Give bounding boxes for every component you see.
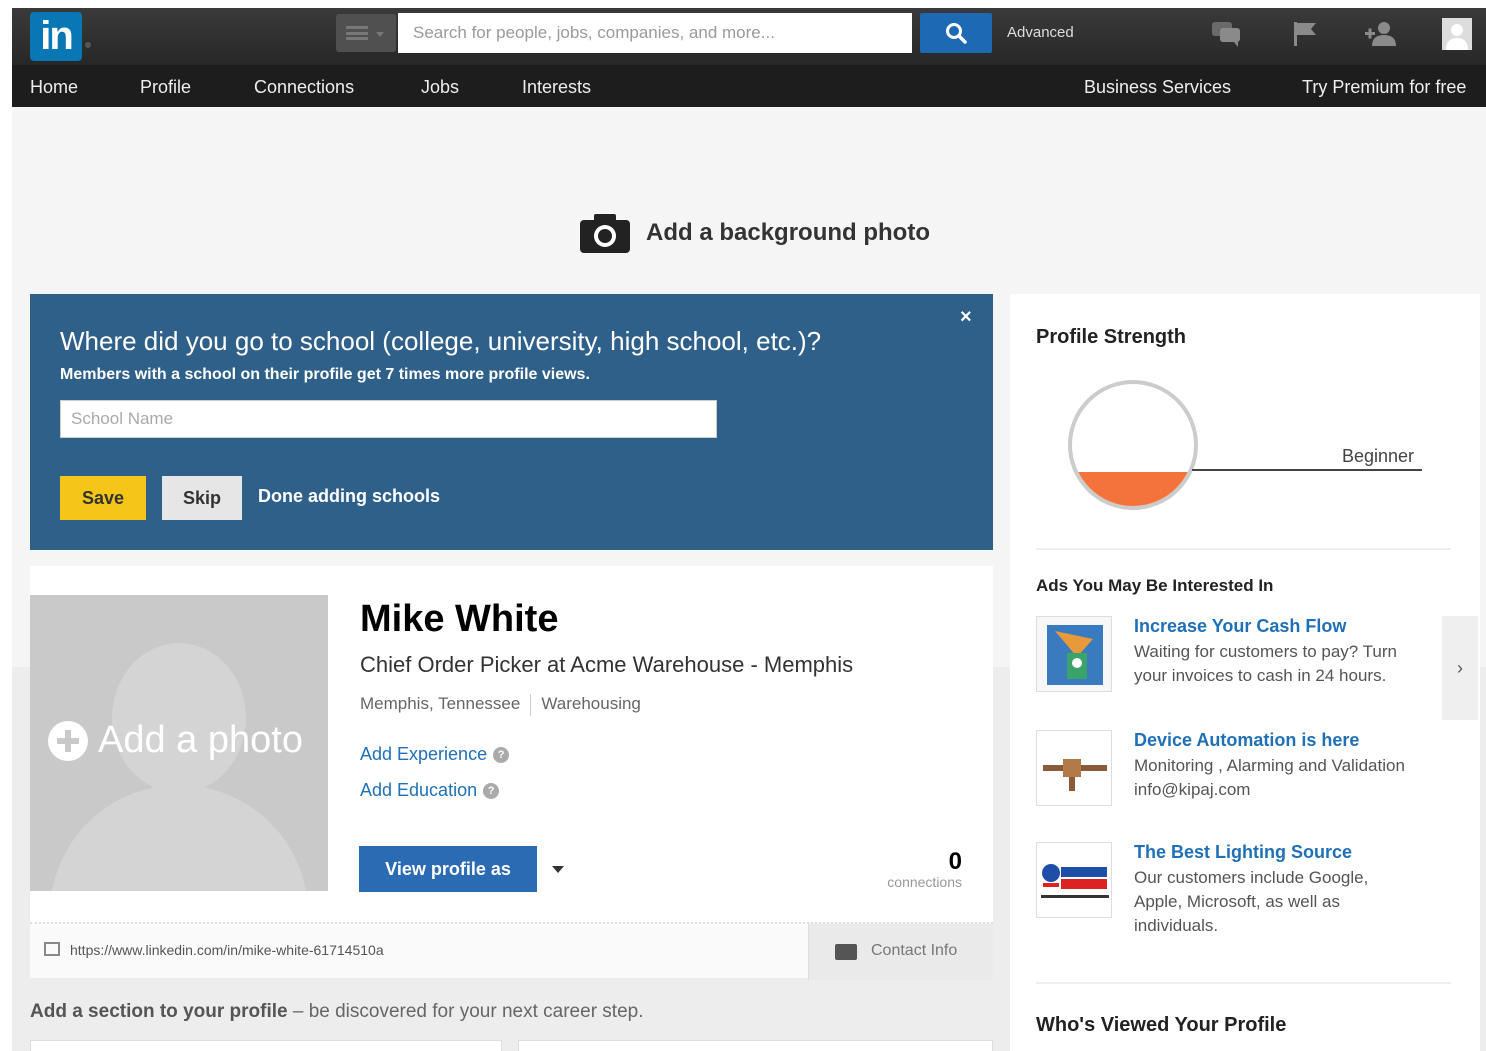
- school-prompt-title: Where did you go to school (college, uni…: [60, 326, 822, 356]
- profile-name: Mike White: [360, 598, 559, 640]
- close-icon[interactable]: ×: [960, 306, 972, 329]
- profile-card-icon: [44, 942, 60, 956]
- flag-icon[interactable]: [1288, 18, 1322, 50]
- add-education-label: Add Education: [360, 780, 478, 800]
- ad-image[interactable]: [1036, 730, 1112, 806]
- ads-title: Ads You May Be Interested In: [1036, 576, 1274, 595]
- logo-registered-mark: [85, 42, 91, 48]
- cash-flow-image-icon: [1047, 625, 1103, 685]
- add-photo-label: Add a photo: [98, 719, 303, 761]
- meta-divider: [530, 694, 532, 716]
- done-adding-schools-link[interactable]: Done adding schools: [258, 486, 440, 507]
- profile-headline: Chief Order Picker at Acme Warehouse - M…: [360, 652, 854, 677]
- profile-photo-placeholder[interactable]: Add a photo: [30, 595, 328, 891]
- contact-info-label: Contact Info: [871, 942, 958, 959]
- public-profile-url[interactable]: https://www.linkedin.com/in/mike-white-6…: [70, 942, 384, 958]
- camera-icon[interactable]: [580, 213, 630, 253]
- right-rail: Profile Strength Beginner Ads You May Be…: [1010, 294, 1480, 1051]
- ad-image[interactable]: [1036, 842, 1112, 918]
- search-category-menu-button[interactable]: [336, 14, 396, 52]
- nav-item-interests[interactable]: Interests: [522, 77, 591, 98]
- ad-description: Waiting for customers to pay? Turn your …: [1134, 642, 1397, 685]
- add-photo-link[interactable]: Add a photo: [48, 719, 303, 762]
- rail-divider: [1036, 982, 1451, 984]
- profile-meta: Memphis, Tennessee Warehousing: [360, 694, 641, 716]
- ad-title-link[interactable]: Device Automation is here: [1134, 730, 1359, 751]
- add-connection-icon[interactable]: [1364, 18, 1398, 50]
- help-icon[interactable]: ?: [483, 782, 500, 799]
- linkedin-logo[interactable]: in: [30, 12, 82, 61]
- add-section-card[interactable]: [518, 1040, 993, 1051]
- help-icon[interactable]: ?: [493, 746, 510, 763]
- nav-item-profile[interactable]: Profile: [140, 77, 191, 98]
- main-navigation: Home Profile Connections Jobs Interests …: [12, 65, 1486, 107]
- ad-description: Our customers include Google, Apple, Mic…: [1134, 868, 1369, 935]
- contact-card-icon: [835, 944, 857, 960]
- plus-circle-icon: [48, 720, 88, 761]
- add-education-link[interactable]: Add Education ?: [360, 780, 500, 801]
- nav-item-try-premium[interactable]: Try Premium for free: [1302, 77, 1466, 98]
- connections-label: connections: [887, 874, 962, 890]
- save-button[interactable]: Save: [60, 476, 146, 520]
- add-section-text: – be discovered for your next career ste…: [287, 1001, 644, 1022]
- profile-strength-title: Profile Strength: [1036, 326, 1187, 348]
- add-experience-link[interactable]: Add Experience ?: [360, 744, 510, 765]
- school-prompt: × Where did you go to school (college, u…: [30, 294, 993, 550]
- view-profile-as-button[interactable]: View profile as: [359, 846, 537, 892]
- ad-image[interactable]: [1036, 616, 1112, 692]
- profile-avatar-icon[interactable]: [1440, 18, 1474, 50]
- ad-title-link[interactable]: The Best Lighting Source: [1134, 842, 1352, 863]
- add-background-photo-link[interactable]: Add a background photo: [646, 219, 930, 247]
- add-section-heading: Add a section to your profile: [30, 1001, 288, 1022]
- linkedin-page: in Advanced: [12, 8, 1486, 1051]
- avatar-silhouette-body: [50, 785, 308, 891]
- whos-viewed-title[interactable]: Who's Viewed Your Profile: [1036, 1014, 1286, 1037]
- profile-card: Add a photo Mike White Chief Order Picke…: [30, 566, 993, 980]
- messages-icon[interactable]: [1210, 18, 1244, 50]
- chevron-down-icon: [376, 32, 384, 37]
- search-button[interactable]: [920, 13, 992, 53]
- chevron-down-icon[interactable]: [552, 866, 564, 873]
- profile-industry[interactable]: Warehousing: [541, 694, 641, 716]
- ad-description: Monitoring , Alarming and Validation inf…: [1134, 756, 1405, 799]
- school-name-input[interactable]: [60, 400, 717, 438]
- avatar-silhouette-head: [112, 643, 246, 793]
- rail-divider: [1036, 548, 1451, 550]
- school-prompt-subtitle: Members with a school on their profile g…: [60, 366, 590, 383]
- nav-item-connections[interactable]: Connections: [254, 77, 354, 98]
- chevron-right-icon[interactable]: ›: [1442, 616, 1478, 720]
- contact-info-button[interactable]: Contact Info: [808, 924, 993, 980]
- connections-count[interactable]: 0: [910, 848, 962, 876]
- skip-button[interactable]: Skip: [162, 476, 242, 520]
- profile-strength-level: Beginner: [1342, 446, 1415, 466]
- menu-icon: [346, 26, 368, 40]
- bulb-america-logo: [1037, 843, 1111, 917]
- profile-strength-fill: [1072, 471, 1194, 506]
- nav-item-jobs[interactable]: Jobs: [421, 77, 459, 98]
- add-experience-label: Add Experience: [360, 744, 488, 764]
- profile-strength-meter[interactable]: [1068, 380, 1198, 510]
- nav-item-business-services[interactable]: Business Services: [1084, 77, 1231, 98]
- advanced-search-link[interactable]: Advanced: [1007, 24, 1074, 41]
- device-image-icon: [1037, 731, 1111, 805]
- ad-title-link[interactable]: Increase Your Cash Flow: [1134, 616, 1346, 637]
- add-section-card[interactable]: [30, 1040, 502, 1051]
- search-icon: [946, 23, 967, 44]
- profile-location[interactable]: Memphis, Tennessee: [360, 694, 520, 716]
- nav-item-home[interactable]: Home: [30, 77, 78, 98]
- add-section-prompt: Add a section to your profile – be disco…: [30, 1001, 644, 1023]
- public-profile-url-row: https://www.linkedin.com/in/mike-white-6…: [30, 922, 993, 980]
- strength-pointer-line: [1192, 469, 1422, 471]
- search-input[interactable]: [398, 13, 912, 53]
- top-bar: in Advanced: [12, 8, 1486, 65]
